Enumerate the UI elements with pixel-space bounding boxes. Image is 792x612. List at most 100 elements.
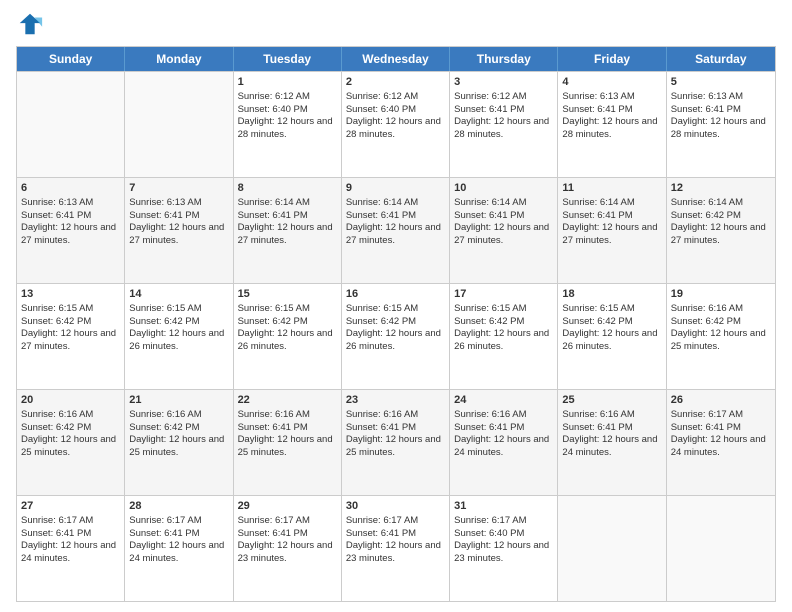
empty-cell	[125, 72, 233, 177]
calendar-week-4: 20Sunrise: 6:16 AM Sunset: 6:42 PM Dayli…	[17, 389, 775, 495]
day-number: 28	[129, 499, 228, 514]
day-info: Sunrise: 6:17 AM Sunset: 6:41 PM Dayligh…	[238, 515, 333, 564]
day-header-tuesday: Tuesday	[234, 47, 342, 71]
day-cell-19: 19Sunrise: 6:16 AM Sunset: 6:42 PM Dayli…	[667, 284, 775, 389]
day-cell-31: 31Sunrise: 6:17 AM Sunset: 6:40 PM Dayli…	[450, 496, 558, 601]
day-number: 7	[129, 181, 228, 196]
day-cell-26: 26Sunrise: 6:17 AM Sunset: 6:41 PM Dayli…	[667, 390, 775, 495]
day-number: 31	[454, 499, 553, 514]
day-cell-6: 6Sunrise: 6:13 AM Sunset: 6:41 PM Daylig…	[17, 178, 125, 283]
day-cell-12: 12Sunrise: 6:14 AM Sunset: 6:42 PM Dayli…	[667, 178, 775, 283]
day-number: 18	[562, 287, 661, 302]
day-info: Sunrise: 6:17 AM Sunset: 6:40 PM Dayligh…	[454, 515, 549, 564]
empty-cell	[17, 72, 125, 177]
header	[16, 10, 776, 38]
day-cell-10: 10Sunrise: 6:14 AM Sunset: 6:41 PM Dayli…	[450, 178, 558, 283]
day-cell-23: 23Sunrise: 6:16 AM Sunset: 6:41 PM Dayli…	[342, 390, 450, 495]
day-cell-25: 25Sunrise: 6:16 AM Sunset: 6:41 PM Dayli…	[558, 390, 666, 495]
day-number: 10	[454, 181, 553, 196]
day-number: 3	[454, 75, 553, 90]
day-cell-29: 29Sunrise: 6:17 AM Sunset: 6:41 PM Dayli…	[234, 496, 342, 601]
day-number: 19	[671, 287, 771, 302]
day-cell-2: 2Sunrise: 6:12 AM Sunset: 6:40 PM Daylig…	[342, 72, 450, 177]
day-number: 13	[21, 287, 120, 302]
day-info: Sunrise: 6:14 AM Sunset: 6:41 PM Dayligh…	[346, 197, 441, 246]
day-cell-8: 8Sunrise: 6:14 AM Sunset: 6:41 PM Daylig…	[234, 178, 342, 283]
day-info: Sunrise: 6:12 AM Sunset: 6:40 PM Dayligh…	[346, 91, 441, 140]
day-cell-16: 16Sunrise: 6:15 AM Sunset: 6:42 PM Dayli…	[342, 284, 450, 389]
day-number: 15	[238, 287, 337, 302]
day-number: 4	[562, 75, 661, 90]
day-info: Sunrise: 6:17 AM Sunset: 6:41 PM Dayligh…	[21, 515, 116, 564]
day-info: Sunrise: 6:16 AM Sunset: 6:41 PM Dayligh…	[562, 409, 657, 458]
day-number: 26	[671, 393, 771, 408]
day-number: 9	[346, 181, 445, 196]
day-number: 22	[238, 393, 337, 408]
logo	[16, 10, 48, 38]
day-number: 14	[129, 287, 228, 302]
day-number: 17	[454, 287, 553, 302]
day-info: Sunrise: 6:15 AM Sunset: 6:42 PM Dayligh…	[238, 303, 333, 352]
day-info: Sunrise: 6:16 AM Sunset: 6:41 PM Dayligh…	[346, 409, 441, 458]
day-info: Sunrise: 6:16 AM Sunset: 6:42 PM Dayligh…	[671, 303, 766, 352]
day-info: Sunrise: 6:15 AM Sunset: 6:42 PM Dayligh…	[21, 303, 116, 352]
calendar: SundayMondayTuesdayWednesdayThursdayFrid…	[16, 46, 776, 602]
day-number: 12	[671, 181, 771, 196]
day-header-thursday: Thursday	[450, 47, 558, 71]
day-header-monday: Monday	[125, 47, 233, 71]
day-number: 1	[238, 75, 337, 90]
day-number: 8	[238, 181, 337, 196]
day-info: Sunrise: 6:14 AM Sunset: 6:42 PM Dayligh…	[671, 197, 766, 246]
day-info: Sunrise: 6:16 AM Sunset: 6:42 PM Dayligh…	[129, 409, 224, 458]
day-info: Sunrise: 6:13 AM Sunset: 6:41 PM Dayligh…	[21, 197, 116, 246]
day-number: 30	[346, 499, 445, 514]
day-info: Sunrise: 6:15 AM Sunset: 6:42 PM Dayligh…	[129, 303, 224, 352]
day-cell-30: 30Sunrise: 6:17 AM Sunset: 6:41 PM Dayli…	[342, 496, 450, 601]
day-header-sunday: Sunday	[17, 47, 125, 71]
day-cell-11: 11Sunrise: 6:14 AM Sunset: 6:41 PM Dayli…	[558, 178, 666, 283]
day-info: Sunrise: 6:16 AM Sunset: 6:41 PM Dayligh…	[454, 409, 549, 458]
day-number: 21	[129, 393, 228, 408]
day-number: 29	[238, 499, 337, 514]
day-cell-20: 20Sunrise: 6:16 AM Sunset: 6:42 PM Dayli…	[17, 390, 125, 495]
day-number: 2	[346, 75, 445, 90]
day-cell-15: 15Sunrise: 6:15 AM Sunset: 6:42 PM Dayli…	[234, 284, 342, 389]
day-info: Sunrise: 6:15 AM Sunset: 6:42 PM Dayligh…	[454, 303, 549, 352]
day-number: 27	[21, 499, 120, 514]
calendar-body: 1Sunrise: 6:12 AM Sunset: 6:40 PM Daylig…	[17, 71, 775, 601]
calendar-week-5: 27Sunrise: 6:17 AM Sunset: 6:41 PM Dayli…	[17, 495, 775, 601]
day-info: Sunrise: 6:12 AM Sunset: 6:40 PM Dayligh…	[238, 91, 333, 140]
day-cell-14: 14Sunrise: 6:15 AM Sunset: 6:42 PM Dayli…	[125, 284, 233, 389]
day-cell-9: 9Sunrise: 6:14 AM Sunset: 6:41 PM Daylig…	[342, 178, 450, 283]
day-number: 11	[562, 181, 661, 196]
day-info: Sunrise: 6:16 AM Sunset: 6:41 PM Dayligh…	[238, 409, 333, 458]
day-cell-22: 22Sunrise: 6:16 AM Sunset: 6:41 PM Dayli…	[234, 390, 342, 495]
day-info: Sunrise: 6:17 AM Sunset: 6:41 PM Dayligh…	[671, 409, 766, 458]
day-info: Sunrise: 6:13 AM Sunset: 6:41 PM Dayligh…	[129, 197, 224, 246]
day-cell-17: 17Sunrise: 6:15 AM Sunset: 6:42 PM Dayli…	[450, 284, 558, 389]
day-info: Sunrise: 6:14 AM Sunset: 6:41 PM Dayligh…	[238, 197, 333, 246]
logo-icon	[16, 10, 44, 38]
calendar-week-2: 6Sunrise: 6:13 AM Sunset: 6:41 PM Daylig…	[17, 177, 775, 283]
day-number: 25	[562, 393, 661, 408]
day-cell-1: 1Sunrise: 6:12 AM Sunset: 6:40 PM Daylig…	[234, 72, 342, 177]
day-info: Sunrise: 6:13 AM Sunset: 6:41 PM Dayligh…	[562, 91, 657, 140]
empty-cell	[667, 496, 775, 601]
day-info: Sunrise: 6:12 AM Sunset: 6:41 PM Dayligh…	[454, 91, 549, 140]
day-cell-24: 24Sunrise: 6:16 AM Sunset: 6:41 PM Dayli…	[450, 390, 558, 495]
calendar-header: SundayMondayTuesdayWednesdayThursdayFrid…	[17, 47, 775, 71]
day-info: Sunrise: 6:15 AM Sunset: 6:42 PM Dayligh…	[562, 303, 657, 352]
day-cell-3: 3Sunrise: 6:12 AM Sunset: 6:41 PM Daylig…	[450, 72, 558, 177]
day-number: 5	[671, 75, 771, 90]
page: SundayMondayTuesdayWednesdayThursdayFrid…	[0, 0, 792, 612]
day-info: Sunrise: 6:17 AM Sunset: 6:41 PM Dayligh…	[129, 515, 224, 564]
day-number: 16	[346, 287, 445, 302]
day-cell-21: 21Sunrise: 6:16 AM Sunset: 6:42 PM Dayli…	[125, 390, 233, 495]
day-cell-5: 5Sunrise: 6:13 AM Sunset: 6:41 PM Daylig…	[667, 72, 775, 177]
day-info: Sunrise: 6:15 AM Sunset: 6:42 PM Dayligh…	[346, 303, 441, 352]
day-number: 23	[346, 393, 445, 408]
day-cell-27: 27Sunrise: 6:17 AM Sunset: 6:41 PM Dayli…	[17, 496, 125, 601]
day-header-wednesday: Wednesday	[342, 47, 450, 71]
day-info: Sunrise: 6:17 AM Sunset: 6:41 PM Dayligh…	[346, 515, 441, 564]
day-cell-4: 4Sunrise: 6:13 AM Sunset: 6:41 PM Daylig…	[558, 72, 666, 177]
